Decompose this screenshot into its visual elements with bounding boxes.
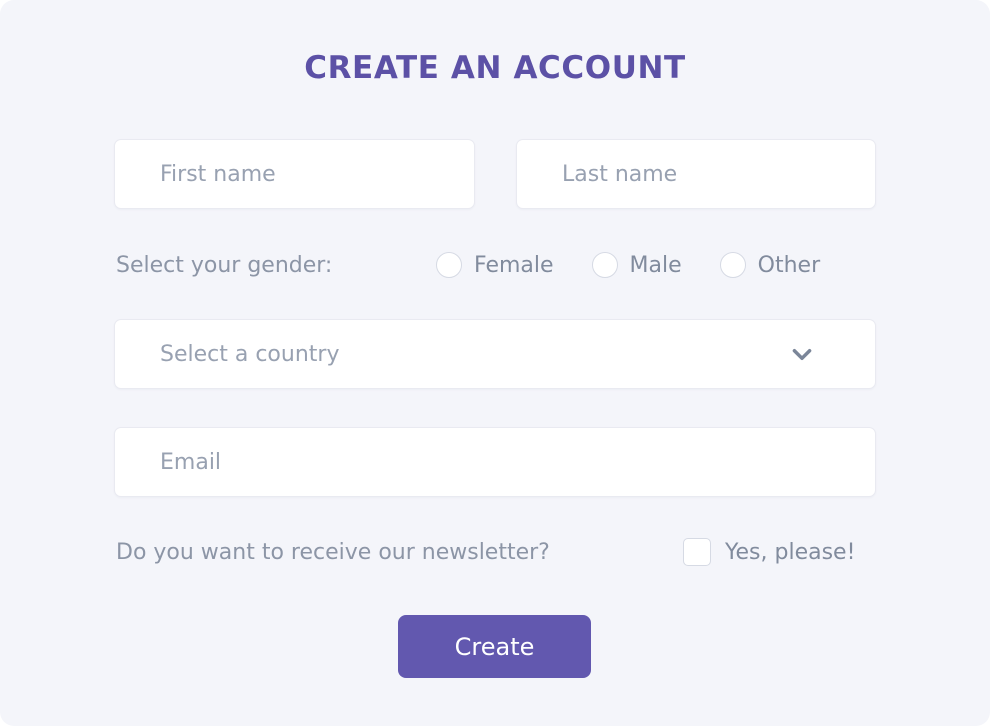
email-field[interactable]: Email — [114, 427, 876, 497]
page-title: CREATE AN ACCOUNT — [304, 50, 686, 86]
gender-option-male[interactable]: Male — [591, 252, 682, 278]
first-name-placeholder: First name — [160, 161, 276, 187]
signup-card: CREATE AN ACCOUNT First name Last name S… — [0, 0, 990, 726]
gender-option-other-label: Other — [757, 252, 821, 278]
radio-circle-icon[interactable] — [591, 252, 618, 278]
last-name-placeholder: Last name — [562, 161, 678, 187]
create-account-form: CREATE AN ACCOUNT First name Last name S… — [114, 0, 876, 726]
gender-option-female-label: Female — [474, 252, 554, 278]
newsletter-checkbox-label: Yes, please! — [725, 539, 856, 565]
radio-circle-icon[interactable] — [719, 252, 746, 278]
first-name-field[interactable]: First name — [114, 139, 475, 209]
chevron-down-icon[interactable] — [789, 341, 815, 367]
gender-option-male-label: Male — [629, 252, 682, 278]
gender-option-other[interactable]: Other — [719, 252, 821, 278]
last-name-field[interactable]: Last name — [516, 139, 876, 209]
gender-radio-group: Female Male Other — [436, 246, 820, 284]
country-select[interactable]: Select a country — [114, 319, 876, 389]
gender-prompt-label: Select your gender: — [116, 252, 333, 278]
newsletter-prompt-label: Do you want to receive our newsletter? — [116, 539, 550, 565]
newsletter-checkbox-group[interactable]: Yes, please! — [683, 533, 855, 571]
create-button[interactable]: Create — [398, 615, 591, 678]
email-placeholder: Email — [160, 449, 222, 475]
newsletter-row: Do you want to receive our newsletter? Y… — [114, 533, 876, 571]
gender-option-female[interactable]: Female — [436, 252, 554, 278]
gender-row: Select your gender: Female Male Other — [114, 246, 876, 284]
country-select-value: Select a country — [160, 341, 340, 367]
radio-circle-icon[interactable] — [436, 252, 462, 278]
checkbox-icon[interactable] — [683, 538, 711, 566]
